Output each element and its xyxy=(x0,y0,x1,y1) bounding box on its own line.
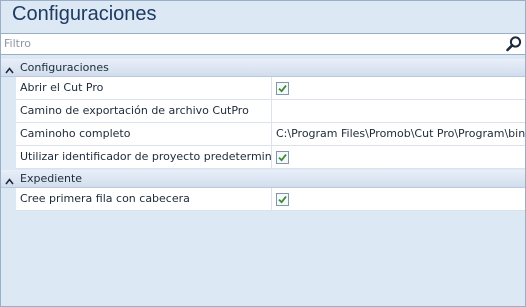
checkmark-icon xyxy=(278,85,287,93)
property-row-camino-completo: Caminoho completo C:\Program Files\Promo… xyxy=(16,123,525,146)
property-grid: Configuraciones Abrir el Cut Pro Camino … xyxy=(1,58,525,211)
property-row-camino-exportacion: Camino de exportación de archivo CutPro xyxy=(16,100,525,123)
property-value xyxy=(272,188,525,210)
property-name[interactable]: Cree primera fila con cabecera xyxy=(16,188,272,210)
filter-bar xyxy=(1,33,525,55)
property-value xyxy=(272,146,525,168)
panel-title: Configuraciones xyxy=(12,3,157,25)
collapse-arrow-icon[interactable] xyxy=(5,175,14,185)
checkbox[interactable] xyxy=(276,193,289,206)
search-icon[interactable] xyxy=(505,35,523,53)
property-row-abrir-cut-pro: Abrir el Cut Pro xyxy=(16,77,525,100)
checkbox[interactable] xyxy=(276,82,289,95)
filter-input[interactable] xyxy=(4,36,494,51)
property-value[interactable]: C:\Program Files\Promob\Cut Pro\Program\… xyxy=(272,123,525,145)
property-value[interactable] xyxy=(272,100,525,122)
category-label: Configuraciones xyxy=(20,61,109,74)
checkmark-icon xyxy=(278,154,287,162)
property-row-utilizar-identificador: Utilizar identificador de proyecto prede… xyxy=(16,146,525,169)
category-header-expediente[interactable]: Expediente xyxy=(1,170,525,188)
property-value xyxy=(272,77,525,99)
property-row-cree-primera-fila: Cree primera fila con cabecera xyxy=(16,188,525,211)
checkbox[interactable] xyxy=(276,151,289,164)
checkmark-icon xyxy=(278,196,287,204)
property-name[interactable]: Caminoho completo xyxy=(16,123,272,145)
category-header-configuraciones[interactable]: Configuraciones xyxy=(1,59,525,77)
configuration-panel: Configuraciones Configuraciones Abrir el… xyxy=(0,0,526,307)
property-name[interactable]: Camino de exportación de archivo CutPro xyxy=(16,100,272,122)
property-name[interactable]: Utilizar identificador de proyecto prede… xyxy=(16,146,272,168)
category-label: Expediente xyxy=(20,172,83,185)
collapse-arrow-icon[interactable] xyxy=(5,64,14,74)
property-name[interactable]: Abrir el Cut Pro xyxy=(16,77,272,99)
